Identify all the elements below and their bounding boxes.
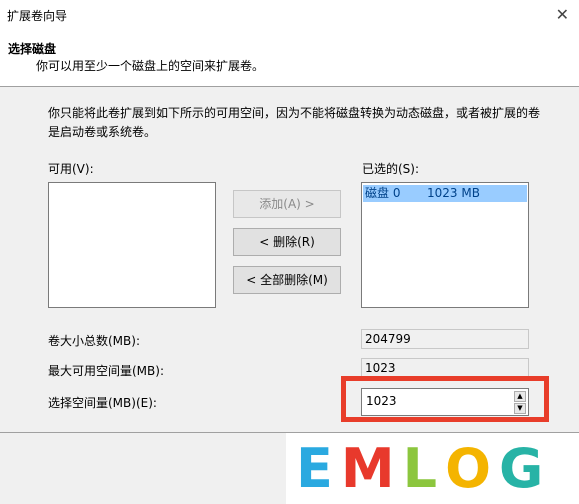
- selected-list[interactable]: 磁盘 0 1023 MB: [361, 182, 529, 308]
- selected-label: 已选的(S):: [362, 162, 420, 176]
- logo-letter: L: [402, 437, 446, 500]
- watermark-logo: EMLOG: [296, 440, 551, 498]
- list-item[interactable]: 磁盘 0 1023 MB: [363, 185, 527, 202]
- title-bar: [0, 0, 579, 30]
- logo-letter: G: [498, 437, 552, 500]
- disk-size: 1023 MB: [427, 186, 480, 200]
- select-space-label: 选择空间量(MB)(E):: [48, 396, 157, 410]
- remove-button[interactable]: < 删除(R): [233, 228, 341, 256]
- total-size-value: 204799: [361, 329, 529, 349]
- chevron-down-icon[interactable]: ▼: [514, 403, 526, 414]
- remove-all-button[interactable]: < 全部删除(M): [233, 266, 341, 294]
- add-button[interactable]: 添加(A) >: [233, 190, 341, 218]
- disk-name: 磁盘 0: [365, 186, 401, 200]
- logo-letter: E: [296, 437, 341, 500]
- logo-letter: M: [340, 437, 403, 500]
- select-space-stepper[interactable]: 1023 ▲ ▼: [361, 388, 529, 416]
- description-text: 你只能将此卷扩展到如下所示的可用空间，因为不能将磁盘转换为动态磁盘，或者被扩展的…: [48, 106, 541, 139]
- available-list[interactable]: [48, 182, 216, 308]
- chevron-up-icon[interactable]: ▲: [514, 391, 526, 402]
- page-title: 选择磁盘: [8, 42, 57, 56]
- available-label: 可用(V):: [48, 162, 94, 176]
- logo-letter: O: [445, 437, 499, 500]
- max-space-label: 最大可用空间量(MB):: [48, 364, 164, 378]
- max-space-value: 1023: [361, 358, 529, 378]
- close-icon[interactable]: ✕: [556, 5, 569, 24]
- total-size-label: 卷大小总数(MB):: [48, 334, 140, 348]
- window-title: 扩展卷向导: [7, 9, 68, 23]
- select-space-value: 1023: [366, 394, 397, 408]
- page-subtitle: 你可以用至少一个磁盘上的空间来扩展卷。: [36, 59, 265, 73]
